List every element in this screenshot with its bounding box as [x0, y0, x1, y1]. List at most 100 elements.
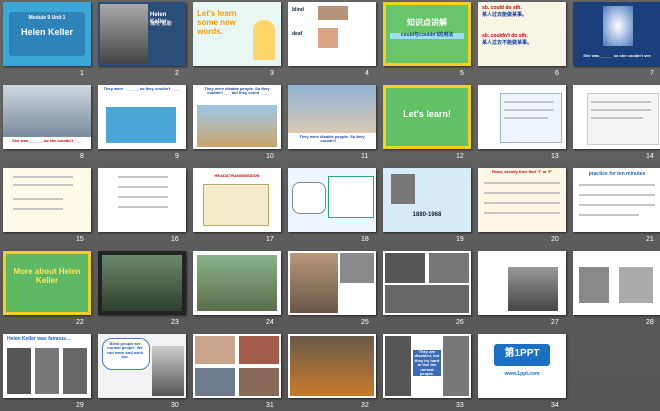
slide-number: 19 — [456, 236, 464, 243]
dancer-photo — [603, 6, 633, 46]
slide-thumb-3[interactable]: Let's learn some new words. — [193, 2, 281, 66]
slide-number: 30 — [171, 402, 179, 409]
slide-thumb-2[interactable]: Helen Keller 海伦·凯勒 — [98, 2, 186, 66]
slide-thumb-23[interactable] — [98, 251, 186, 315]
text-line — [504, 109, 554, 111]
slide-thumb-27[interactable] — [478, 251, 566, 315]
note-card — [203, 184, 269, 226]
slide-thumb-12[interactable]: Let's learn! — [383, 85, 471, 149]
slide-caption: They were disable people. So they couldn… — [204, 86, 270, 96]
slide-number: 7 — [650, 70, 654, 77]
slide-thumb-14[interactable] — [573, 85, 660, 149]
slide-title: Helen Keller was famous… — [7, 336, 71, 342]
slide-number: 17 — [266, 236, 274, 243]
photo — [385, 336, 411, 396]
text-line — [504, 117, 548, 119]
slide-thumb-18[interactable] — [288, 168, 376, 232]
slide-thumb-10[interactable]: They were disable people. So they couldn… — [193, 85, 281, 149]
slide-number: 5 — [460, 70, 464, 77]
text-line — [118, 206, 168, 208]
slide-number: 3 — [270, 70, 274, 77]
slide-thumb-4[interactable]: blind deaf — [288, 2, 376, 66]
slide-thumb-21[interactable]: practice for ten minutes — [573, 168, 660, 232]
slide-number: 27 — [551, 319, 559, 326]
slide-thumb-32[interactable] — [288, 334, 376, 398]
bw-photo — [385, 253, 425, 283]
slide-thumb-11[interactable]: They were disable people. So they couldn… — [288, 85, 376, 149]
slide-number: 34 — [551, 402, 559, 409]
photo — [7, 348, 31, 394]
slide-title: HEAD&TRANSMISSION — [214, 173, 260, 178]
slide-thumb-9[interactable]: They were ______, so they couldn't ____ — [98, 85, 186, 149]
slide-thumb-19[interactable]: 1880-1968 — [383, 168, 471, 232]
slide-thumb-8[interactable]: She was______, so she couldn't____ — [3, 85, 91, 149]
house-photo — [197, 255, 277, 311]
slide-thumb-7[interactable]: She was______ so she couldn't see — [573, 2, 660, 66]
slide-thumb-29[interactable]: Helen Keller was famous… — [3, 334, 91, 398]
slide-thumb-28[interactable] — [573, 251, 660, 315]
slide-thumb-34[interactable]: 第1PPT www.1ppt.com — [478, 334, 566, 398]
slide-caption: They were ______, so they couldn't ____ — [103, 86, 181, 91]
text-line — [118, 176, 168, 178]
slide-number: 18 — [361, 236, 369, 243]
slide-title: Helen Keller — [20, 27, 74, 37]
slide-thumb-25[interactable] — [288, 251, 376, 315]
ear-image — [318, 28, 338, 48]
slide-number: 4 — [365, 70, 369, 77]
word-label: blind — [292, 7, 304, 13]
slide-thumb-22[interactable]: More about Helen Keller — [3, 251, 91, 315]
photo — [239, 336, 279, 364]
quote-text: Blind people are normal people. We can l… — [106, 341, 144, 360]
slide-thumb-1[interactable]: Module 9 Unit 1 Helen Keller — [3, 2, 91, 66]
text-line — [591, 101, 651, 103]
slide-thumb-6[interactable]: sb. could do sth. 某人过去能做某事。 sb. couldn't… — [478, 2, 566, 66]
slide-title: More about Helen Keller — [13, 267, 81, 285]
slide-title: practice for ten minutes — [588, 171, 646, 177]
slide-thumb-30[interactable]: Blind people are normal people. We can l… — [98, 334, 186, 398]
text-line — [579, 214, 639, 216]
slide-thumb-13[interactable] — [478, 85, 566, 149]
slide-thumb-20[interactable]: Read, silently then find 'T' or 'F' — [478, 168, 566, 232]
teacher-cartoon — [253, 20, 275, 60]
slide-number: 15 — [76, 236, 84, 243]
slide-number: 14 — [646, 153, 654, 160]
wheelchair-photo — [197, 105, 277, 147]
slide-number: 8 — [80, 153, 84, 160]
photo — [579, 267, 609, 303]
slide-thumb-31[interactable] — [193, 334, 281, 398]
slide-number: 9 — [175, 153, 179, 160]
grammar-line: 某人过去能做某事。 — [482, 12, 528, 18]
slide-sorter: Module 9 Unit 1 Helen Keller Helen Kelle… — [0, 0, 660, 411]
portrait-photo — [152, 346, 184, 396]
slide-number: 12 — [456, 153, 464, 160]
photo — [63, 348, 87, 394]
slide-thumb-5[interactable]: 知识点讲解 could与couldn't的用法 — [383, 2, 471, 66]
slide-caption: They are disabled, but they try hard to … — [413, 349, 441, 377]
text-line — [13, 208, 63, 210]
slide-number: 10 — [266, 153, 274, 160]
photo — [508, 267, 558, 311]
speech-bubble — [292, 182, 326, 214]
text-line — [504, 101, 554, 103]
slide-number: 1 — [80, 70, 84, 77]
slide-caption: They were disable people. So they couldn… — [299, 134, 365, 144]
photo — [239, 368, 279, 396]
slide-thumb-33[interactable]: They are disabled, but they try hard to … — [383, 334, 471, 398]
bw-photo — [429, 253, 469, 283]
slide-number: 32 — [361, 402, 369, 409]
disabled-photo — [288, 85, 376, 133]
portrait-photo — [391, 174, 415, 204]
year-label: 1880-1968 — [412, 212, 442, 218]
collage-photo — [290, 253, 338, 313]
collage-photo — [340, 253, 374, 283]
text-line — [484, 202, 560, 204]
text-line — [118, 196, 168, 198]
slide-thumb-16[interactable] — [98, 168, 186, 232]
slide-thumb-26[interactable] — [383, 251, 471, 315]
slide-thumb-24[interactable] — [193, 251, 281, 315]
slide-title: 知识点讲解 — [407, 18, 447, 27]
slide-number: 31 — [266, 402, 274, 409]
text-line — [13, 198, 63, 200]
slide-thumb-17[interactable]: HEAD&TRANSMISSION — [193, 168, 281, 232]
slide-thumb-15[interactable] — [3, 168, 91, 232]
